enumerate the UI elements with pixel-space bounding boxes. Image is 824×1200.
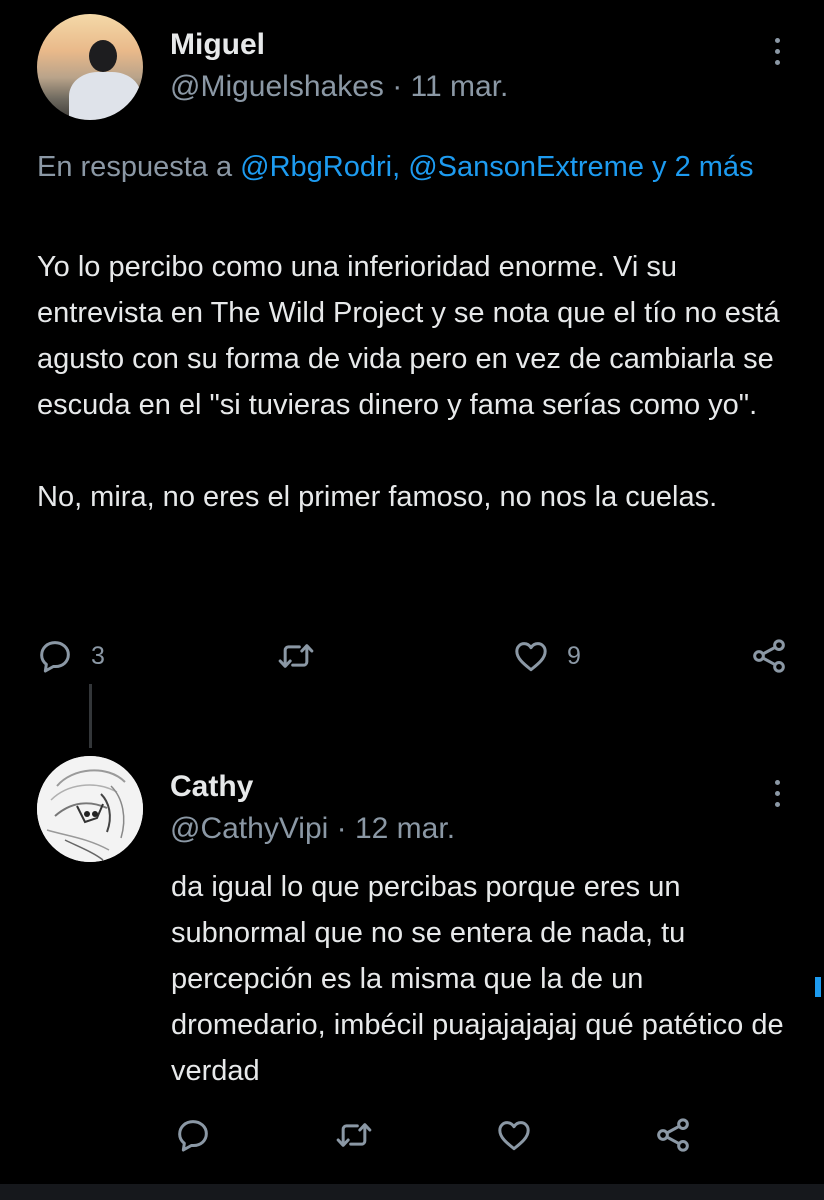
more-vertical-icon[interactable] bbox=[775, 38, 785, 71]
like-button[interactable] bbox=[494, 1115, 534, 1155]
share-button[interactable] bbox=[749, 636, 789, 676]
reply-button[interactable] bbox=[173, 1115, 213, 1155]
avatar[interactable] bbox=[37, 756, 143, 862]
author-handle[interactable]: @CathyVipi bbox=[170, 812, 328, 845]
bottom-bar bbox=[0, 1184, 824, 1200]
reply-prefix: En respuesta a bbox=[37, 151, 241, 183]
share-icon bbox=[753, 639, 785, 673]
tweet-date[interactable]: · 11 mar. bbox=[392, 70, 508, 103]
retweet-button[interactable] bbox=[276, 636, 332, 676]
speech-bubble-icon bbox=[40, 641, 70, 673]
scroll-indicator[interactable] bbox=[815, 977, 821, 997]
author-name[interactable]: Cathy bbox=[170, 770, 253, 804]
reply-context: En respuesta a @RbgRodri, @SansonExtreme… bbox=[37, 145, 797, 189]
tweet-text: da igual lo que percibas porque eres un … bbox=[171, 871, 792, 1087]
like-count: 9 bbox=[567, 641, 581, 670]
retweet-button[interactable] bbox=[334, 1115, 374, 1155]
heart-icon bbox=[515, 642, 547, 672]
avatar-drawing bbox=[37, 756, 143, 862]
tweet-date[interactable]: · 12 mar. bbox=[337, 812, 455, 845]
tweet-miguel: Miguel @Miguelshakes · 11 mar. En respue… bbox=[0, 0, 824, 700]
speech-bubble-icon bbox=[178, 1120, 208, 1152]
reply-users-link[interactable]: @RbgRodri, @SansonExtreme y 2 más bbox=[240, 151, 753, 183]
share-icon bbox=[657, 1118, 689, 1152]
reply-button[interactable]: 3 bbox=[35, 636, 105, 676]
share-button[interactable] bbox=[653, 1115, 693, 1155]
reply-count: 3 bbox=[91, 641, 105, 670]
author-handle-date[interactable]: @Miguelshakes · 11 mar. bbox=[170, 70, 508, 104]
author-name[interactable]: Miguel bbox=[170, 28, 265, 62]
more-vertical-icon[interactable] bbox=[775, 780, 785, 813]
avatar[interactable] bbox=[37, 14, 143, 120]
author-handle-date[interactable]: @CathyVipi · 12 mar. bbox=[170, 812, 455, 846]
retweet-icon bbox=[278, 644, 314, 668]
thread-connector-line bbox=[89, 684, 92, 748]
retweet-icon bbox=[336, 1123, 372, 1147]
avatar-silhouette-head bbox=[89, 40, 117, 72]
heart-icon bbox=[498, 1121, 530, 1151]
like-button[interactable]: 9 bbox=[511, 636, 581, 676]
author-handle[interactable]: @Miguelshakes bbox=[170, 70, 384, 103]
tweet-text: Yo lo percibo como una inferioridad enor… bbox=[37, 251, 780, 513]
avatar-silhouette-body bbox=[69, 72, 141, 120]
